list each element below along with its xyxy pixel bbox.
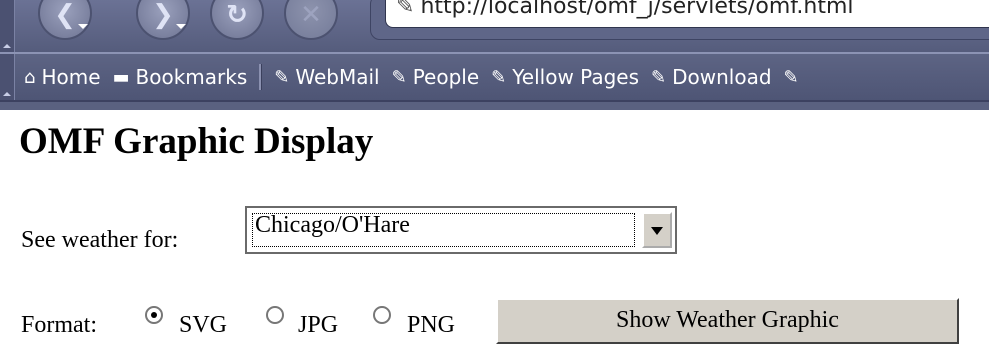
bookmark-icon: ✎: [491, 66, 507, 88]
toolbar-item-people[interactable]: ✎ People: [392, 65, 480, 89]
bookmark-icon: ✎: [783, 66, 799, 88]
location-bar: ✎ http://localhost/omf_j/servlets/omf.htm…: [370, 0, 989, 40]
toolbar-grip[interactable]: [0, 54, 15, 100]
dropdown-arrow-icon: [78, 24, 88, 34]
toolbar-item-bookmarks[interactable]: ▬ Bookmarks: [113, 65, 248, 89]
format-row: Format: SVG JPG PNG Show Weather Graphic: [21, 298, 961, 344]
show-weather-graphic-button[interactable]: Show Weather Graphic: [496, 298, 959, 344]
format-radio-png[interactable]: [373, 306, 391, 324]
reload-button[interactable]: ↻: [210, 0, 264, 40]
format-radio-jpg[interactable]: [266, 306, 284, 324]
forward-button[interactable]: ❯: [136, 0, 190, 40]
format-label-png: PNG: [407, 312, 456, 338]
chevron-down-icon[interactable]: [642, 212, 672, 248]
stop-icon: ✕: [300, 0, 322, 30]
toolbar-item-overflow[interactable]: ✎: [784, 67, 805, 88]
format-label: Format:: [21, 312, 97, 338]
folder-icon: ▬: [112, 66, 130, 88]
toolbar-grip[interactable]: [0, 0, 15, 52]
home-icon: ⌂: [24, 66, 36, 88]
personal-toolbar: ⌂ Home ▬ Bookmarks ✎ WebMail ✎ People ✎ Yello…: [0, 54, 989, 102]
bookmark-icon: ✎: [391, 66, 407, 88]
format-label-svg: SVG: [179, 312, 228, 338]
toolbar-item-download[interactable]: ✎ Download: [651, 65, 772, 89]
bookmark-icon: ✎: [651, 66, 667, 88]
weather-location-label: See weather for:: [21, 227, 179, 253]
page-title: OMF Graphic Display: [19, 121, 374, 162]
toolbar-item-webmail[interactable]: ✎ WebMail: [274, 65, 379, 89]
navigation-toolbar: ❮ ❯ ↻ ✕ ✎ http://localhost/omf_j/servlets…: [0, 0, 989, 54]
back-button[interactable]: ❮: [38, 0, 92, 40]
reload-icon: ↻: [226, 0, 248, 30]
url-text: http://localhost/omf_j/servlets/omf.html: [420, 0, 854, 19]
toolbar-item-yellow-pages[interactable]: ✎ Yellow Pages: [491, 65, 639, 89]
toolbar-item-home[interactable]: ⌂ Home: [24, 65, 101, 89]
stop-button[interactable]: ✕: [284, 0, 338, 40]
page-proxy-icon: ✎: [396, 0, 415, 19]
selected-location: Chicago/O'Hare: [255, 212, 410, 238]
location-select[interactable]: Chicago/O'Hare: [245, 206, 677, 254]
format-label-jpg: JPG: [298, 312, 339, 338]
url-field[interactable]: ✎ http://localhost/omf_j/servlets/omf.htm…: [385, 0, 989, 28]
toolbar-separator: [259, 64, 263, 90]
format-radio-svg[interactable]: [145, 306, 163, 324]
browser-chrome: ❮ ❯ ↻ ✕ ✎ http://localhost/omf_j/servlets…: [0, 0, 989, 110]
dropdown-arrow-icon: [176, 24, 186, 34]
bookmark-icon: ✎: [274, 66, 290, 88]
